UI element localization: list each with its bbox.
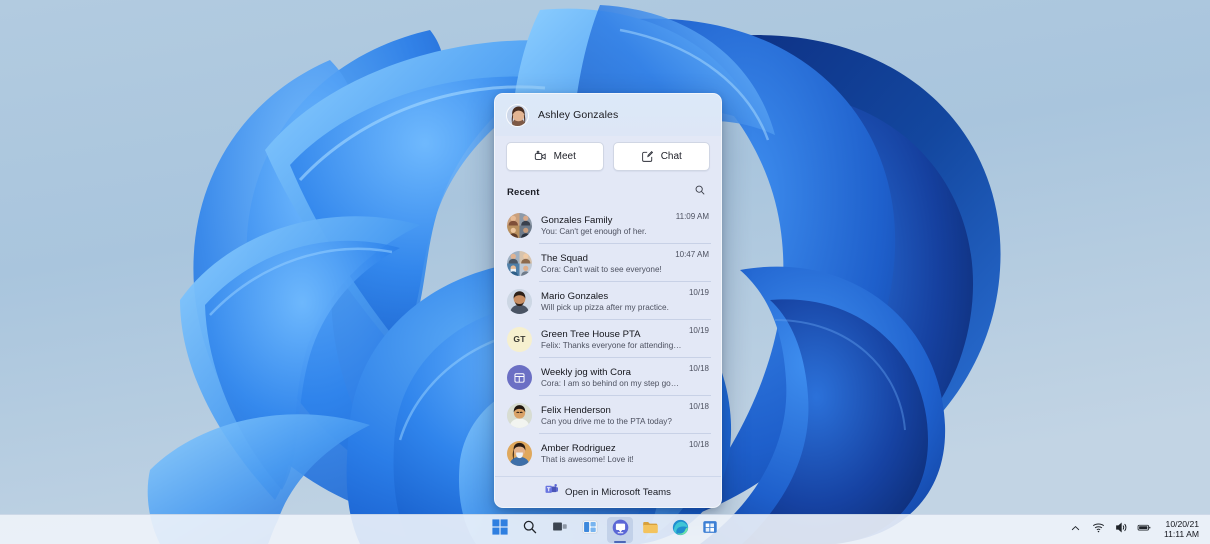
chat-item-name: The Squad <box>541 252 588 264</box>
meet-button-label: Meet <box>553 151 576 162</box>
chat-item-time: 10/18 <box>688 364 709 373</box>
recent-chat-list[interactable]: Gonzales Family You: Can't get enough of… <box>495 206 721 476</box>
windows-logo-icon <box>492 519 508 540</box>
chat-item-text: Felix Henderson Can you drive me to the … <box>541 405 683 426</box>
tray-overflow-button[interactable] <box>1068 522 1084 538</box>
desktop[interactable]: Ashley Gonzales Meet Chat Recent Gonzale… <box>0 0 1210 544</box>
edge-button[interactable] <box>667 517 693 543</box>
store-button[interactable] <box>697 517 723 543</box>
taskbar-icons <box>487 516 723 543</box>
chat-item-preview: You: Can't get enough of her. <box>541 226 647 236</box>
file-explorer-button[interactable] <box>637 517 663 543</box>
recent-title: Recent <box>507 186 540 198</box>
speaker-icon <box>1115 521 1128 539</box>
compose-message-icon <box>641 150 654 163</box>
chat-item-time: 10:47 AM <box>675 250 709 259</box>
start-button[interactable] <box>487 517 513 543</box>
chat-item-text: Amber Rodriguez That is awesome! Love it… <box>541 443 683 464</box>
task-view-button[interactable] <box>547 517 573 543</box>
chat-item-preview: Can you drive me to the PTA today? <box>541 416 672 426</box>
taskbar[interactable]: 10/20/21 11:11 AM <box>0 514 1210 544</box>
chat-item-time: 10/19 <box>688 288 709 297</box>
edge-icon <box>672 519 689 541</box>
amber-rodriguez-avatar <box>507 440 532 466</box>
search-chats-button[interactable] <box>691 183 709 201</box>
avatar-initials: GT <box>507 326 532 352</box>
the-squad-group-avatar <box>507 250 532 276</box>
chat-item-preview: Will pick up pizza after my practice. <box>541 302 669 312</box>
meet-button[interactable]: Meet <box>506 142 604 171</box>
chat-list-item[interactable]: Felix Henderson Can you drive me to the … <box>499 396 717 434</box>
chat-item-text: Gonzales Family You: Can't get enough of… <box>541 215 670 236</box>
chat-button[interactable]: Chat <box>612 142 710 171</box>
microsoft-teams-icon <box>545 483 559 501</box>
widgets-icon <box>582 519 598 540</box>
weekly-jog-calendar-avatar <box>507 364 532 390</box>
felix-henderson-avatar <box>507 402 532 428</box>
chat-list-item[interactable]: The Squad Cora: Can't wait to see everyo… <box>499 244 717 282</box>
chat-item-text: Weekly jog with Cora Cora: I am so behin… <box>541 367 683 388</box>
chat-item-text: Green Tree House PTA Felix: Thanks every… <box>541 329 683 350</box>
open-in-teams-button[interactable]: Open in Microsoft Teams <box>495 476 721 507</box>
clock-time: 11:11 AM <box>1163 528 1199 539</box>
chat-item-text: Mario Gonzales Will pick up pizza after … <box>541 291 683 312</box>
battery-button[interactable] <box>1137 522 1153 538</box>
chat-item-time: 10/18 <box>688 440 709 449</box>
system-tray: 10/20/21 11:11 AM <box>1068 519 1202 540</box>
search-button[interactable] <box>517 517 543 543</box>
chat-button-label: Chat <box>660 151 682 162</box>
chat-item-preview: Felix: Thanks everyone for attending tod… <box>541 340 683 350</box>
chat-item-text: The Squad Cora: Can't wait to see everyo… <box>541 253 669 274</box>
chevron-up-icon <box>1070 521 1081 539</box>
widgets-button[interactable] <box>577 517 603 543</box>
green-tree-house-pta-avatar: GT <box>507 326 532 352</box>
chat-item-preview: Cora: I am so behind on my step goals. <box>541 378 683 388</box>
chat-item-name: Amber Rodriguez <box>541 442 616 454</box>
chat-item-name: Gonzales Family <box>541 214 613 226</box>
account-avatar[interactable] <box>506 103 529 127</box>
chat-item-name: Weekly jog with Cora <box>541 366 631 378</box>
chat-list-item[interactable]: Mario Gonzales Will pick up pizza after … <box>499 282 717 320</box>
chat-item-preview: Cora: Can't wait to see everyone! <box>541 264 662 274</box>
calendar-icon <box>507 364 532 390</box>
network-button[interactable] <box>1091 522 1107 538</box>
chat-list-item[interactable]: Weekly jog with Cora Cora: I am so behin… <box>499 358 717 396</box>
chat-list-item[interactable]: Amber Rodriguez That is awesome! Love it… <box>499 434 717 472</box>
mario-gonzales-avatar <box>507 288 532 314</box>
chat-list-item[interactable]: GT Green Tree House PTA Felix: Thanks ev… <box>499 320 717 358</box>
recent-bar: Recent <box>495 171 721 206</box>
task-view-icon <box>552 519 568 540</box>
chat-item-preview: That is awesome! Love it! <box>541 454 634 464</box>
chat-button[interactable] <box>607 516 633 543</box>
teams-chat-icon <box>612 519 629 541</box>
clock[interactable]: 10/20/21 11:11 AM <box>1161 519 1202 540</box>
volume-button[interactable] <box>1114 522 1130 538</box>
chat-list-item[interactable]: Gonzales Family You: Can't get enough of… <box>499 206 717 244</box>
search-icon <box>522 519 538 540</box>
chat-item-time: 10/19 <box>688 326 709 335</box>
microsoft-store-icon <box>702 519 718 540</box>
battery-icon <box>1137 520 1152 540</box>
chat-item-name: Mario Gonzales <box>541 290 609 302</box>
open-in-teams-label: Open in Microsoft Teams <box>565 486 671 498</box>
chat-item-name: Green Tree House PTA <box>541 328 641 340</box>
video-camera-icon <box>534 150 547 163</box>
flyout-header: Ashley Gonzales <box>495 94 721 136</box>
wifi-icon <box>1092 521 1105 539</box>
chat-item-name: Felix Henderson <box>541 404 611 416</box>
folder-icon <box>642 519 659 541</box>
teams-chat-flyout[interactable]: Ashley Gonzales Meet Chat Recent Gonzale… <box>494 93 722 508</box>
chat-item-time: 10/18 <box>688 402 709 411</box>
chat-item-time: 11:09 AM <box>675 212 709 221</box>
gonzales-family-group-avatar <box>507 212 532 238</box>
account-name: Ashley Gonzales <box>538 109 619 121</box>
search-icon <box>694 183 706 201</box>
action-row: Meet Chat <box>495 136 721 171</box>
